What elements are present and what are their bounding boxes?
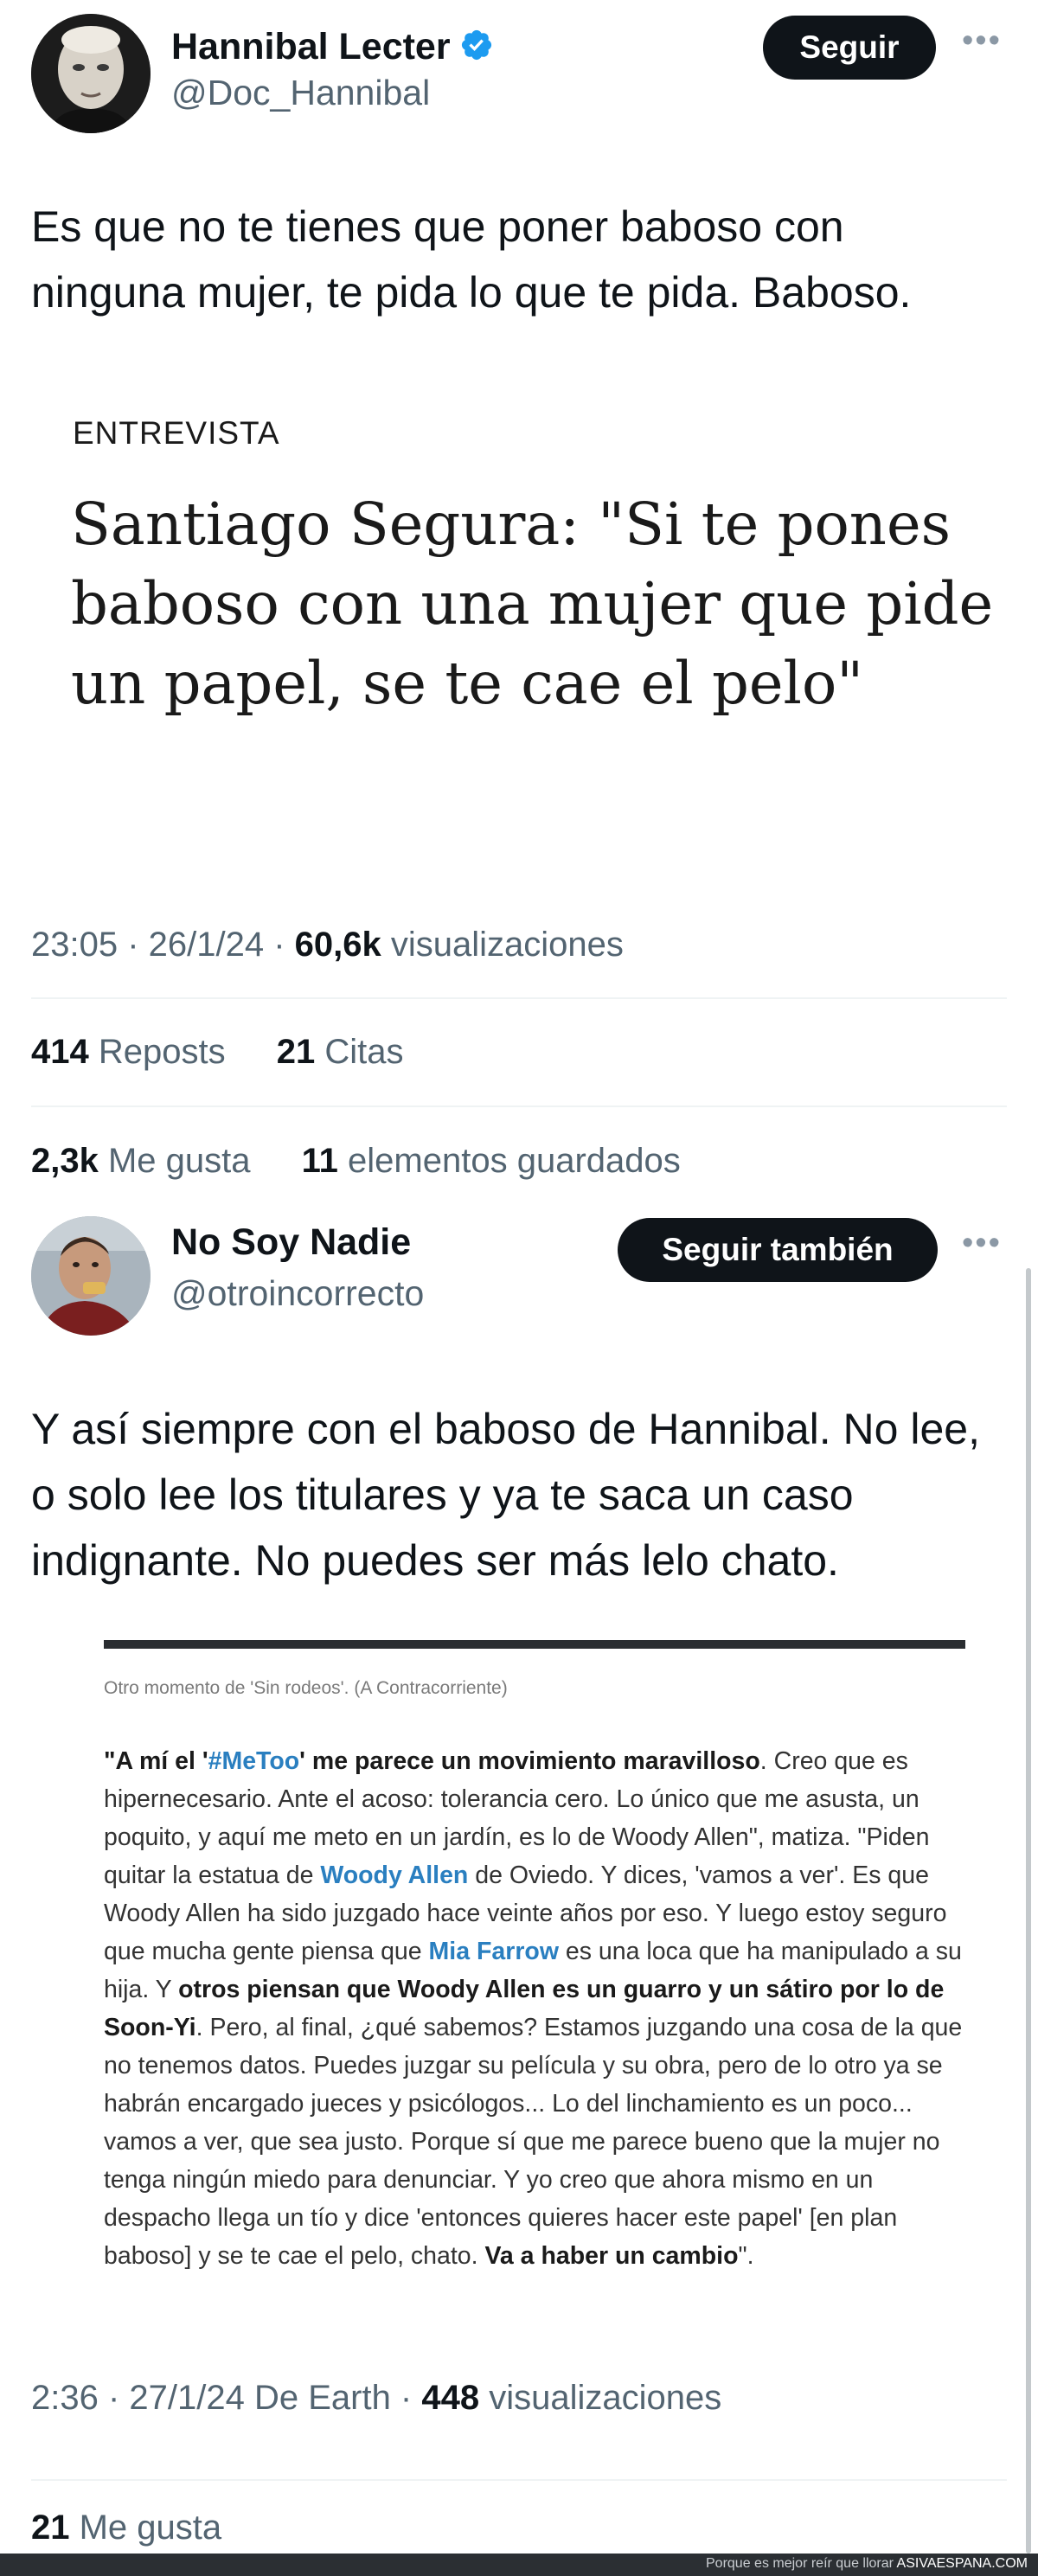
- tweet-stats-row: 21 Me gusta: [31, 2509, 263, 2547]
- author-handle[interactable]: @otroincorrecto: [171, 1273, 424, 1314]
- scrollbar[interactable]: [1026, 1268, 1031, 2554]
- author-name[interactable]: No Soy Nadie: [171, 1221, 411, 1264]
- likes-label: Me gusta: [98, 1142, 251, 1180]
- quotes-label: Citas: [315, 1033, 404, 1071]
- tweet-timestamp[interactable]: 23:05 · 26/1/24 ·: [31, 926, 295, 964]
- verified-badge-icon: [459, 28, 494, 67]
- watermark-tagline: Porque es mejor reír que llorar: [706, 2556, 897, 2571]
- follow-back-button[interactable]: Seguir también: [618, 1218, 938, 1282]
- avatar-no-soy-nadie[interactable]: [31, 1216, 151, 1336]
- article-headline: Santiago Segura: "Si te pones baboso con…: [71, 490, 994, 717]
- woody-allen-link[interactable]: Woody Allen: [320, 1862, 468, 1889]
- author-name[interactable]: Hannibal Lecter: [171, 26, 451, 68]
- tweet-meta: 23:05 · 26/1/24 · 60,6k visualizaciones: [31, 926, 624, 964]
- metoo-hashtag-link[interactable]: #MeToo: [208, 1747, 300, 1775]
- likes-count: 2,3k: [31, 1142, 99, 1180]
- excerpt-part: ".: [738, 2242, 754, 2270]
- author-handle[interactable]: @Doc_Hannibal: [171, 73, 430, 113]
- article-kicker: ENTREVISTA: [73, 415, 280, 451]
- excerpt-part: ' me parece un movimiento maravilloso: [299, 1747, 760, 1775]
- tweet-reply: No Soy Nadie @otroincorrecto Seguir tamb…: [0, 1185, 1038, 2554]
- bookmarks-stat[interactable]: 11 elementos guardados: [302, 1142, 702, 1180]
- bookmarks-label: elementos guardados: [337, 1142, 681, 1180]
- excerpt-part: "A mí el ': [104, 1747, 208, 1775]
- more-options-icon[interactable]: •••: [962, 22, 1002, 60]
- likes-label: Me gusta: [69, 2509, 222, 2547]
- excerpt-bold: Va a haber un cambio: [484, 2242, 739, 2270]
- photo-edge: [104, 1640, 965, 1649]
- bookmarks-count: 11: [301, 1142, 338, 1180]
- views-count: 448: [421, 2379, 480, 2417]
- divider: [31, 1105, 1007, 1107]
- mia-farrow-link[interactable]: Mia Farrow: [429, 1938, 559, 1965]
- tweet-text: Es que no te tienes que poner baboso con…: [31, 202, 912, 317]
- likes-stat[interactable]: 2,3k Me gusta: [31, 1142, 272, 1180]
- more-options-icon[interactable]: •••: [962, 1225, 1002, 1262]
- follow-button[interactable]: Seguir: [763, 16, 936, 80]
- tweet-main: Hannibal Lecter @Doc_Hannibal Seguir •••…: [0, 0, 1038, 1185]
- quotes-count: 21: [276, 1033, 316, 1071]
- reposts-count: 414: [31, 1033, 89, 1071]
- views-label: visualizaciones: [381, 926, 624, 964]
- watermark-bar: Porque es mejor reír que llorar ASIVAESP…: [0, 2554, 1038, 2576]
- likes-stat[interactable]: 21 Me gusta: [31, 2509, 242, 2547]
- tweet-stats-row-2: 2,3k Me gusta 11 elementos guardados: [31, 1142, 722, 1181]
- avatar-hannibal[interactable]: [31, 14, 151, 133]
- tweet-timestamp[interactable]: 2:36 · 27/1/24 De Earth ·: [31, 2379, 421, 2417]
- reposts-stat[interactable]: 414 Reposts: [31, 1033, 247, 1071]
- reposts-label: Reposts: [88, 1033, 226, 1071]
- views-count: 60,6k: [294, 926, 381, 964]
- likes-count: 21: [31, 2509, 70, 2547]
- photo-caption: Otro momento de 'Sin rodeos'. (A Contrac…: [104, 1678, 508, 1698]
- watermark-text: Porque es mejor reír que llorar ASIVAESP…: [706, 2556, 1028, 2572]
- views-label: visualizaciones: [479, 2379, 722, 2417]
- tweet-stats-row-1: 414 Reposts 21 Citas: [31, 1033, 445, 1072]
- author-row: No Soy Nadie: [171, 1221, 411, 1264]
- excerpt-part: . Pero, al final, ¿qué sabemos? Estamos …: [104, 2014, 963, 2270]
- quotes-stat[interactable]: 21 Citas: [277, 1033, 425, 1071]
- tweet-text: Y así siempre con el baboso de Hannibal.…: [31, 1405, 980, 1585]
- tweet-meta: 2:36 · 27/1/24 De Earth · 448 visualizac…: [31, 2379, 721, 2418]
- tweet-media-excerpt[interactable]: Otro momento de 'Sin rodeos'. (A Contrac…: [104, 1640, 965, 2315]
- divider: [31, 997, 1007, 999]
- tweet-media-article[interactable]: ENTREVISTA Santiago Segura: "Si te pones…: [31, 381, 1007, 917]
- author-row: Hannibal Lecter: [171, 26, 494, 68]
- article-excerpt: "A mí el '#MeToo' me parece un movimient…: [104, 1742, 965, 2275]
- divider: [31, 2479, 1007, 2481]
- watermark-brand[interactable]: ASIVAESPANA.COM: [897, 2556, 1028, 2571]
